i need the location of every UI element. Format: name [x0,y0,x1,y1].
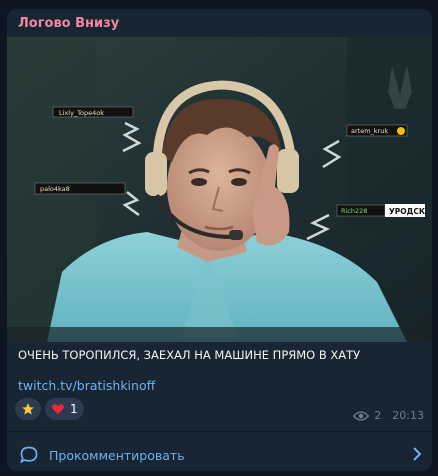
svg-text:palo4ka8: palo4ka8 [40,185,70,193]
svg-text:Lixly_Tope4ok: Lixly_Tope4ok [59,109,104,117]
star-icon [22,403,34,415]
reaction-star[interactable] [15,398,41,420]
reactions: 1 [15,398,84,420]
channel-post: Логово Внизу Lixly_Tope4ok artem_kruk pa… [7,9,432,471]
heart-icon [52,404,64,415]
svg-text:artem_kruk: artem_kruk [351,127,388,135]
comment-bubble-icon [19,446,38,464]
channel-name[interactable]: Логово Внизу [18,16,119,31]
post-meta: 2 20:13 [353,409,424,422]
svg-text:УРОДСК: УРОДСК [389,207,426,216]
twitch-link[interactable]: twitch.tv/bratishkinoff [18,378,155,393]
post-time: 20:13 [392,409,424,422]
post-image[interactable]: Lixly_Tope4ok artem_kruk palo4ka8 Rich22… [7,37,432,342]
reaction-heart[interactable]: 1 [45,398,84,420]
views-eye-icon [353,410,370,421]
comment-label: Прокомментировать [49,448,185,463]
views-count: 2 [374,409,382,422]
post-caption: ОЧЕНЬ ТОРОПИЛСЯ, ЗАЕХАЛ НА МАШИНЕ ПРЯМО … [18,348,361,362]
heart-count: 1 [70,402,78,416]
streamer-illustration: Lixly_Tope4ok artem_kruk palo4ka8 Rich22… [7,37,432,342]
svg-text:Rich228: Rich228 [341,207,367,215]
comment-bar[interactable]: Прокомментировать [7,432,432,471]
chevron-right-icon [413,447,422,461]
